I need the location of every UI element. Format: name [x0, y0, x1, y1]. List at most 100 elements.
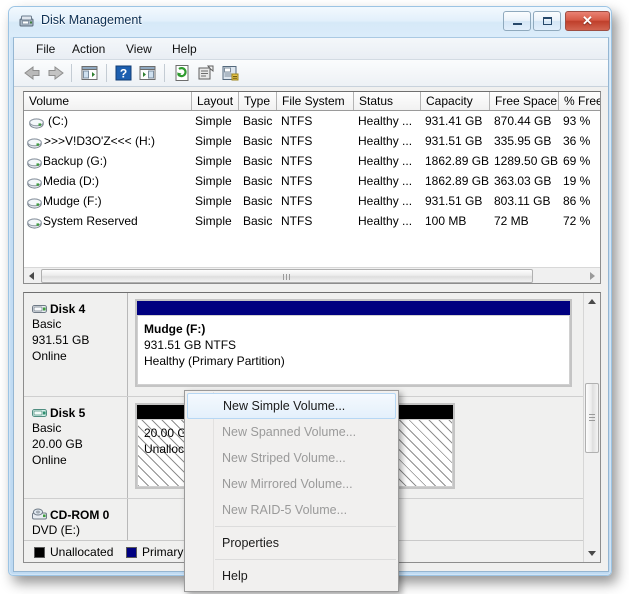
hscrollbar-thumb[interactable]	[41, 269, 533, 283]
cell-volume: (C:)	[48, 114, 68, 128]
cell-volume: >>>V!D3O'Z<<< (H:)	[44, 134, 156, 148]
cell-percent-free: 72 %	[563, 214, 591, 228]
table-row[interactable]: Mudge (F:) Simple Basic NTFS Healthy ...…	[24, 193, 600, 209]
close-button[interactable]: ✕	[565, 11, 610, 31]
menu-item-new-simple-volume[interactable]: New Simple Volume...	[187, 393, 396, 419]
cell-free-space: 1289.50 GB	[494, 154, 559, 168]
cell-status: Healthy ...	[358, 134, 413, 148]
context-menu-separator-2	[215, 559, 396, 560]
disk-name: Disk 5	[50, 406, 86, 420]
context-menu[interactable]: New Simple Volume... New Spanned Volume.…	[184, 390, 399, 592]
cell-layout: Simple	[195, 154, 232, 168]
column-header-percent-free[interactable]: % Free	[559, 92, 600, 110]
cell-layout: Simple	[195, 214, 232, 228]
cell-file-system: NTFS	[281, 134, 313, 148]
menu-item-help[interactable]: Help	[185, 563, 398, 589]
rescan-disks-icon[interactable]	[221, 64, 240, 87]
maximize-icon	[534, 12, 560, 30]
partition-label: Mudge (F:)	[144, 322, 206, 336]
menu-item-new-raid5-volume: New RAID-5 Volume...	[222, 503, 348, 517]
disk-state: Online	[32, 453, 67, 467]
menu-item-new-striped-volume: New Striped Volume...	[222, 451, 346, 465]
column-header-layout[interactable]: Layout	[192, 92, 239, 110]
column-header-file-system[interactable]: File System	[277, 92, 354, 110]
cell-status: Healthy ...	[358, 174, 413, 188]
menu-action[interactable]: Action	[66, 41, 111, 57]
volume-list[interactable]: Volume Layout Type File System Status Ca…	[23, 91, 601, 284]
menu-item-new-mirrored-volume: New Mirrored Volume...	[222, 477, 353, 491]
partition-size-fs: 931.51 GB NTFS	[144, 338, 237, 352]
partition-mudge-f[interactable]: Mudge (F:) 931.51 GB NTFS Healthy (Prima…	[135, 299, 572, 387]
vscrollbar-thumb[interactable]	[585, 383, 599, 453]
cell-type: Basic	[243, 154, 273, 168]
table-row[interactable]: >>>V!D3O'Z<<< (H:) Simple Basic NTFS Hea…	[24, 133, 600, 149]
cell-capacity: 931.41 GB	[425, 114, 483, 128]
cell-file-system: NTFS	[281, 114, 313, 128]
scroll-down-button[interactable]	[584, 545, 600, 562]
volume-icon	[27, 156, 42, 169]
table-row[interactable]: System Reserved Simple Basic NTFS Health…	[24, 213, 600, 229]
cell-volume: Mudge (F:)	[43, 194, 102, 208]
scroll-left-arrow-icon[interactable]	[29, 272, 34, 280]
cell-layout: Simple	[195, 174, 232, 188]
maximize-button[interactable]	[533, 11, 561, 31]
volume-icon	[27, 176, 42, 189]
cell-free-space: 363.03 GB	[494, 174, 552, 188]
disk-size: 931.51 GB	[32, 333, 90, 347]
disk-info-cdrom-0[interactable]: CD-ROM 0 DVD (E:)	[24, 499, 128, 542]
disk-type: Basic	[32, 421, 62, 435]
disk-pane-vscrollbar[interactable]	[583, 293, 600, 562]
scroll-up-button[interactable]	[584, 293, 600, 310]
cell-percent-free: 93 %	[563, 114, 591, 128]
scroll-right-arrow-icon[interactable]	[590, 272, 595, 280]
column-header-capacity[interactable]: Capacity	[421, 92, 490, 110]
column-header-type[interactable]: Type	[239, 92, 277, 110]
disk-type: Basic	[32, 317, 62, 331]
cell-type: Basic	[243, 214, 273, 228]
properties-icon[interactable]	[197, 64, 215, 87]
disk-icon	[32, 302, 48, 314]
cell-free-space: 803.11 GB	[494, 194, 551, 208]
menu-view[interactable]: View	[120, 41, 158, 57]
partition-color-bar	[137, 301, 570, 315]
menubar: File Action View Help	[14, 38, 608, 60]
disk-row-disk-4[interactable]: Disk 4 Basic 931.51 GB Online Mudge (F:)…	[24, 293, 584, 397]
disk-info-disk-5[interactable]: Disk 5 Basic 20.00 GB Online	[24, 397, 128, 498]
show-hide-tree-icon[interactable]	[80, 64, 99, 87]
cell-status: Healthy ...	[358, 214, 413, 228]
table-row[interactable]: (C:) Simple Basic NTFS Healthy ... 931.4…	[24, 113, 600, 129]
refresh-icon[interactable]	[173, 64, 191, 87]
column-header-free-space[interactable]: Free Space	[490, 92, 559, 110]
toolbar-separator-1	[71, 64, 72, 82]
cell-file-system: NTFS	[281, 154, 313, 168]
cell-type: Basic	[243, 114, 273, 128]
show-action-pane-icon[interactable]	[138, 64, 157, 87]
toolbar-separator-3	[164, 64, 165, 82]
back-arrow-icon[interactable]	[22, 64, 42, 87]
menu-help[interactable]: Help	[166, 41, 203, 57]
table-row[interactable]: Media (D:) Simple Basic NTFS Healthy ...…	[24, 173, 600, 189]
forward-arrow-icon[interactable]	[46, 64, 66, 87]
menu-item-properties[interactable]: Properties	[185, 530, 398, 556]
column-header-volume[interactable]: Volume	[24, 92, 192, 110]
disk-info-disk-4[interactable]: Disk 4 Basic 931.51 GB Online	[24, 293, 128, 396]
menu-file[interactable]: File	[30, 41, 61, 57]
volume-icon	[27, 136, 42, 149]
volume-list-hscrollbar[interactable]	[24, 267, 600, 283]
legend-swatch-primary	[126, 547, 137, 558]
volume-list-header: Volume Layout Type File System Status Ca…	[24, 92, 600, 111]
column-header-status[interactable]: Status	[354, 92, 421, 110]
table-row[interactable]: Backup (G:) Simple Basic NTFS Healthy ..…	[24, 153, 600, 169]
cell-capacity: 931.51 GB	[425, 194, 483, 208]
disk-management-icon	[19, 14, 35, 30]
cell-status: Healthy ...	[358, 154, 413, 168]
legend-label-unallocated[interactable]: Unallocated	[50, 545, 113, 559]
help-icon[interactable]: ?	[115, 64, 132, 87]
partition-details: Mudge (F:) 931.51 GB NTFS Healthy (Prima…	[137, 315, 570, 385]
disk-management-window: Disk Management ✕ File Action View Help	[8, 6, 612, 592]
toolbar: ?	[14, 60, 608, 87]
window-title: Disk Management	[41, 13, 142, 27]
titlebar[interactable]: Disk Management ✕	[9, 7, 611, 37]
minimize-button[interactable]	[503, 11, 531, 31]
cell-capacity: 1862.89 GB	[425, 154, 490, 168]
